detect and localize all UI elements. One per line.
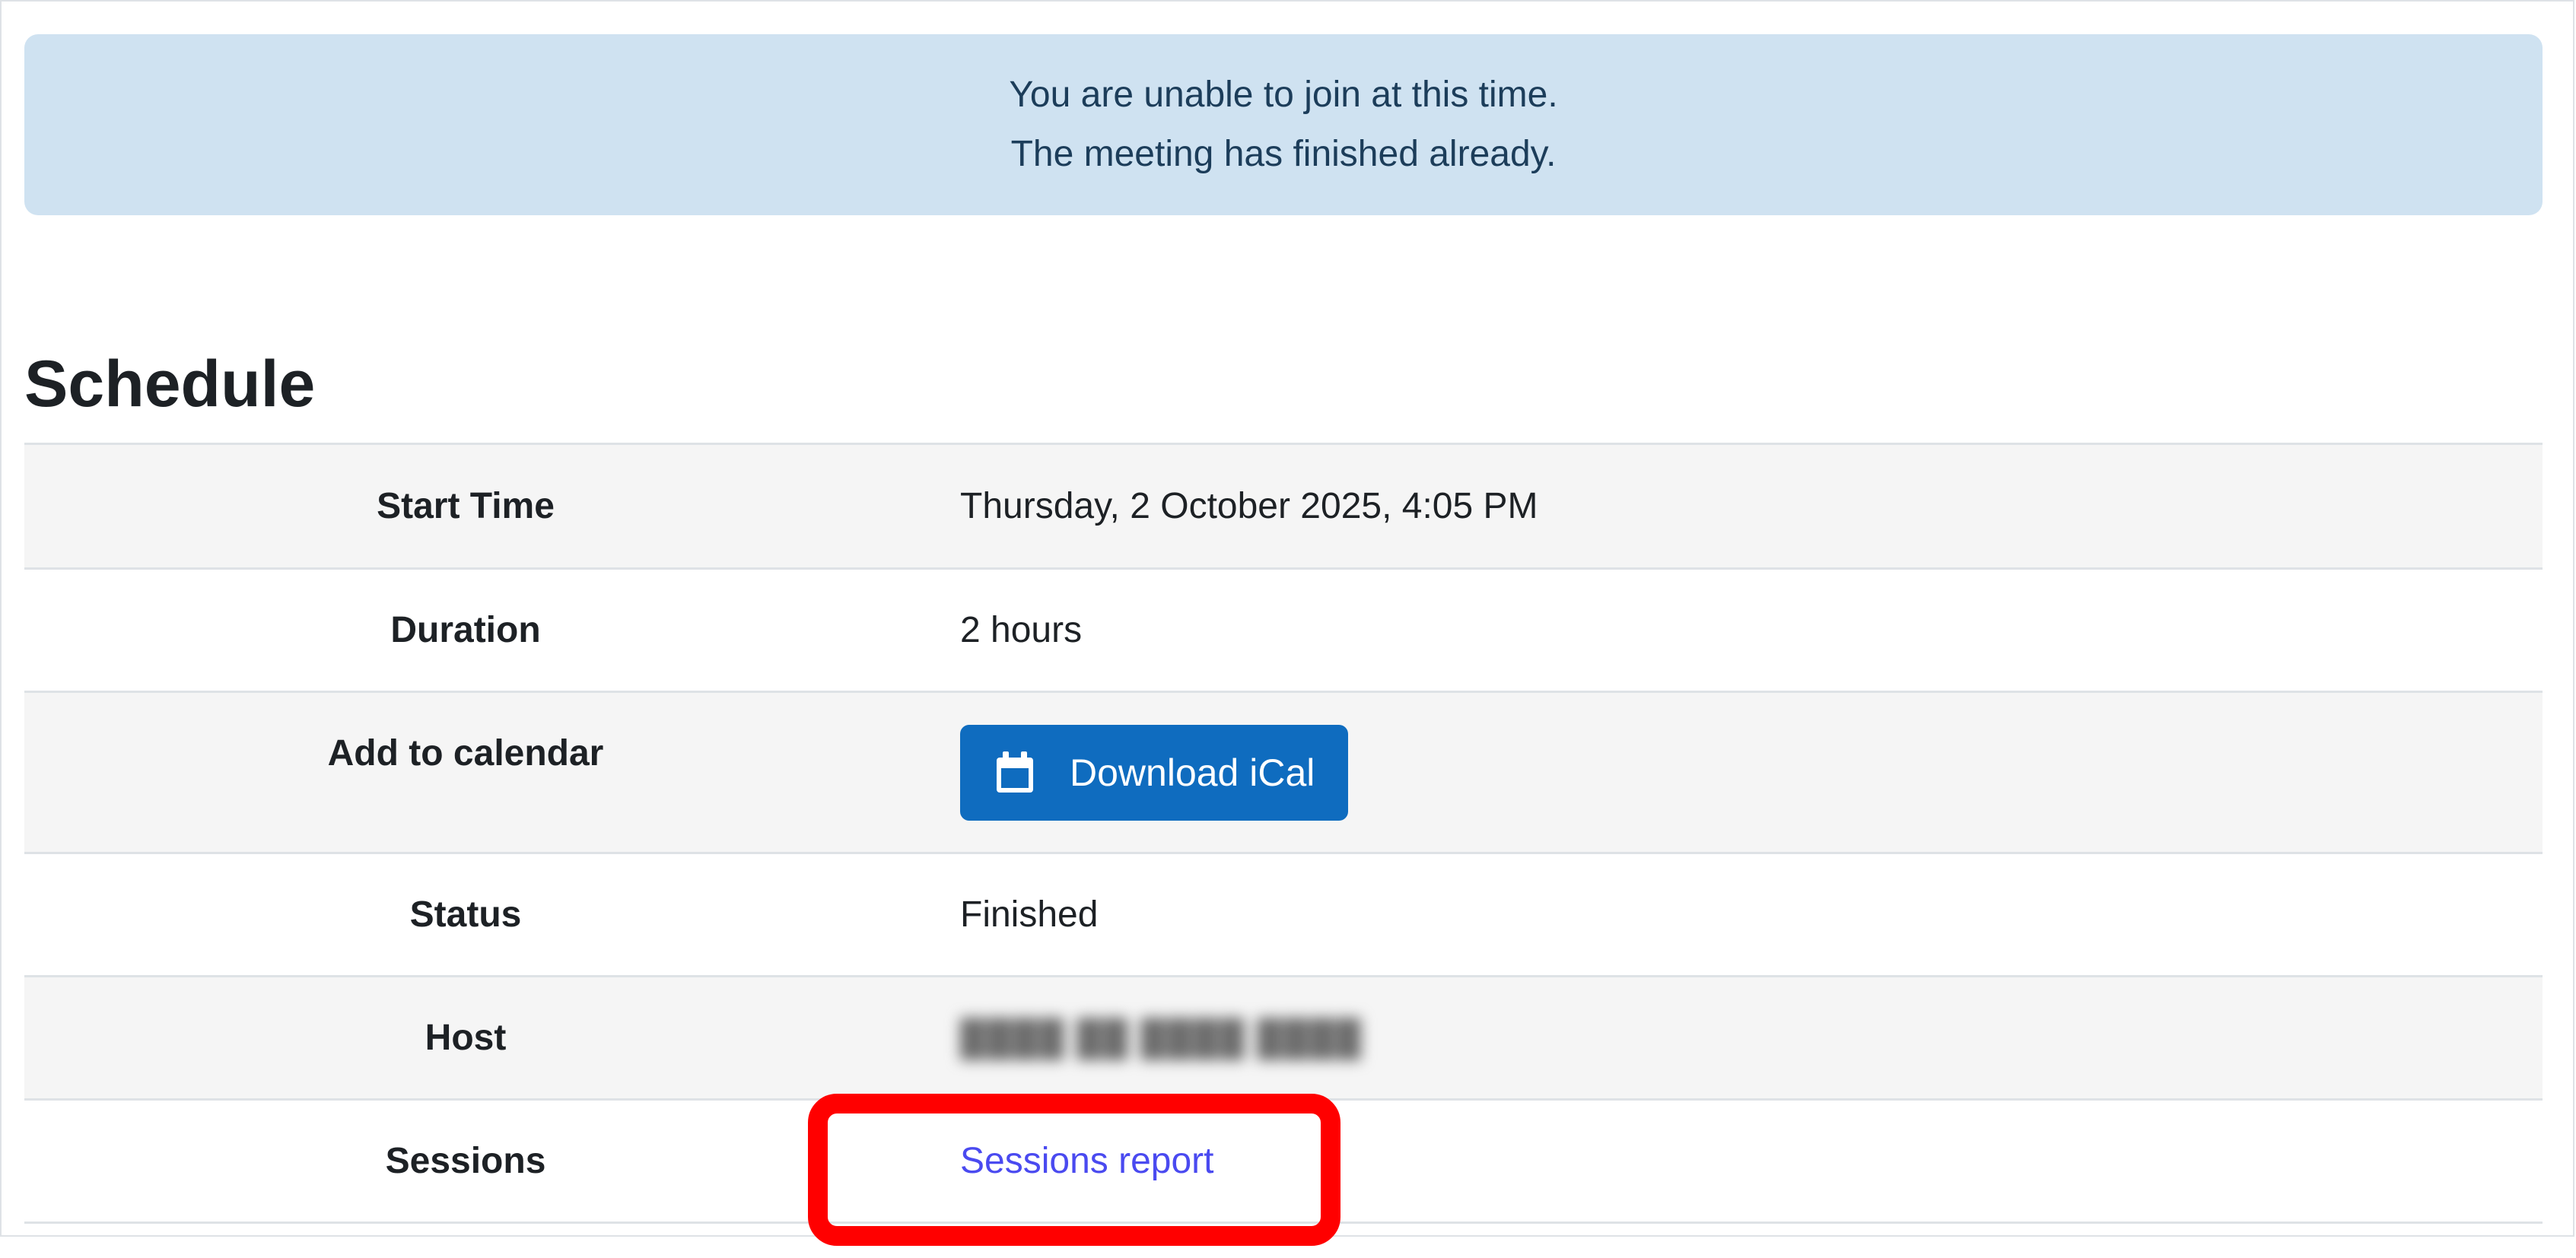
status-value: Finished — [960, 894, 1099, 935]
schedule-table: Start Time Thursday, 2 October 2025, 4:0… — [24, 443, 2543, 1224]
table-row-status: Status Finished — [24, 854, 2543, 977]
sessions-label: Sessions — [385, 1141, 546, 1181]
calendar-icon — [997, 751, 1033, 793]
duration-label: Duration — [390, 610, 541, 650]
table-row-add-to-calendar: Add to calendar Download iCal — [24, 693, 2543, 854]
add-to-calendar-label: Add to calendar — [327, 733, 604, 774]
status-label: Status — [409, 894, 522, 935]
alert-line-1: You are unable to join at this time. — [1009, 75, 1558, 115]
add-to-calendar-value: Download iCal — [907, 693, 1349, 821]
alert-line-2: The meeting has finished already. — [1010, 134, 1557, 174]
start-time-value: Thursday, 2 October 2025, 4:05 PM — [960, 486, 1538, 526]
schedule-heading: Schedule — [24, 348, 316, 421]
info-alert: You are unable to join at this time. The… — [24, 34, 2543, 215]
duration-value: 2 hours — [960, 610, 1083, 650]
download-ical-label: Download iCal — [1070, 751, 1315, 794]
host-name-redacted: ████ ██ ████ ████ — [960, 1018, 1363, 1057]
start-time-label: Start Time — [377, 486, 555, 526]
host-label: Host — [425, 1018, 507, 1058]
host-value: ████ ██ ████ ████ — [907, 1017, 1363, 1059]
table-row-duration: Duration 2 hours — [24, 570, 2543, 693]
sessions-value: Sessions report — [907, 1140, 1214, 1182]
table-row-start-time: Start Time Thursday, 2 October 2025, 4:0… — [24, 445, 2543, 570]
table-row-host: Host ████ ██ ████ ████ — [24, 977, 2543, 1101]
table-row-sessions: Sessions Sessions report — [24, 1101, 2543, 1224]
sessions-report-link[interactable]: Sessions report — [960, 1141, 1214, 1181]
download-ical-button[interactable]: Download iCal — [960, 725, 1349, 821]
